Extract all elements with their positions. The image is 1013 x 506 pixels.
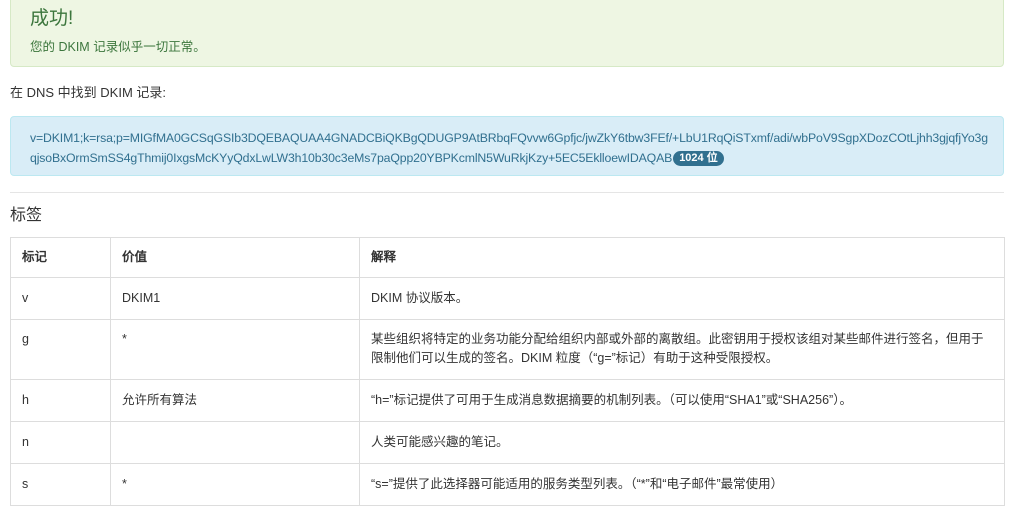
tags-section-title: 标签 xyxy=(10,207,43,224)
row-tag: v xyxy=(10,277,111,320)
row-tag: s xyxy=(10,463,111,506)
row-description: “s=”提供了此选择器可能适用的服务类型列表。（“*”和“电子邮件”最常使用） xyxy=(359,463,1005,506)
key-bits-badge: 1024 位 xyxy=(673,151,724,167)
row-value: * xyxy=(110,463,360,506)
row-tag: g xyxy=(10,319,111,380)
row-tag: n xyxy=(10,421,111,464)
column-header-description: 解释 xyxy=(359,237,1005,278)
table-row: h 允许所有算法 “h=”标记提供了可用于生成消息数据摘要的机制列表。（可以使用… xyxy=(10,379,1005,422)
row-value xyxy=(110,421,360,464)
row-description: “h=”标记提供了可用于生成消息数据摘要的机制列表。（可以使用“SHA1”或“S… xyxy=(359,379,1005,422)
row-tag: h xyxy=(10,379,111,422)
column-header-value: 价值 xyxy=(110,237,360,278)
row-description: DKIM 协议版本。 xyxy=(359,277,1005,320)
row-value: 允许所有算法 xyxy=(110,379,360,422)
table-header-row: 标记 价值 解释 xyxy=(10,237,1005,278)
table-row: n 人类可能感兴趣的笔记。 xyxy=(10,421,1005,464)
row-value: * xyxy=(110,319,360,380)
alert-title: 成功! xyxy=(30,8,74,29)
found-record-label: 在 DNS 中找到 DKIM 记录: xyxy=(10,85,167,100)
dkim-record-box: v=DKIM1;k=rsa;p=MIGfMA0GCSqGSIb3DQEBAQUA… xyxy=(10,116,1004,176)
row-value: DKIM1 xyxy=(110,277,360,320)
success-alert: 成功! 您的 DKIM 记录似乎一切正常。 xyxy=(10,0,1004,67)
table-row: g * 某些组织将特定的业务功能分配给组织内部或外部的离散组。此密钥用于授权该组… xyxy=(10,319,1005,380)
row-description: 人类可能感兴趣的笔记。 xyxy=(359,421,1005,464)
table-row: s * “s=”提供了此选择器可能适用的服务类型列表。（“*”和“电子邮件”最常… xyxy=(10,463,1005,506)
divider xyxy=(10,192,1004,193)
dkim-record-value: v=DKIM1;k=rsa;p=MIGfMA0GCSqGSIb3DQEBAQUA… xyxy=(30,131,988,165)
column-header-tag: 标记 xyxy=(10,237,111,278)
tags-table: 标记 价值 解释 v DKIM1 DKIM 协议版本。 g * 某些组织将特定的… xyxy=(10,237,1005,506)
alert-message: 您的 DKIM 记录似乎一切正常。 xyxy=(30,40,206,54)
row-description: 某些组织将特定的业务功能分配给组织内部或外部的离散组。此密钥用于授权该组对某些邮… xyxy=(359,319,1005,380)
table-row: v DKIM1 DKIM 协议版本。 xyxy=(10,277,1005,320)
